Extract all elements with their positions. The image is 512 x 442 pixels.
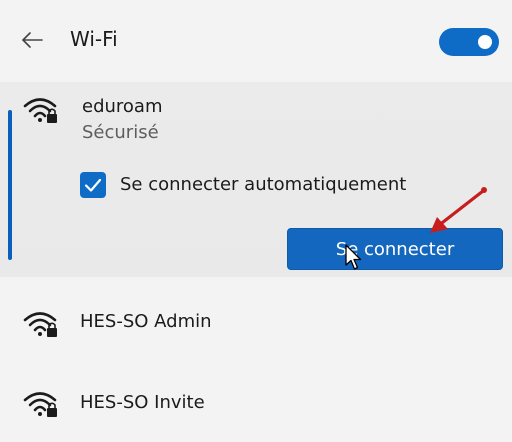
- auto-connect-checkbox[interactable]: [80, 172, 106, 198]
- wifi-toggle[interactable]: [439, 28, 499, 56]
- selection-indicator: [8, 110, 12, 260]
- network-name: HES-SO Invite: [80, 392, 205, 413]
- network-status: Sécurisé: [82, 122, 159, 143]
- wifi-secured-icon: [23, 392, 57, 417]
- network-name: HES-SO Admin: [80, 311, 212, 332]
- network-name: eduroam: [82, 96, 163, 117]
- checkmark-icon: [84, 178, 102, 192]
- annotation-arrow-icon: [430, 187, 487, 233]
- back-arrow-icon[interactable]: [20, 26, 44, 54]
- wifi-secured-icon: [23, 98, 57, 123]
- auto-connect-label: Se connecter automatiquement: [120, 174, 407, 195]
- network-item[interactable]: HES-SO Admin: [0, 282, 512, 362]
- network-item[interactable]: HES-SO Invite: [0, 362, 512, 442]
- mouse-cursor-icon: [345, 244, 362, 270]
- wifi-header: Wi-Fi: [0, 0, 512, 82]
- page-title: Wi-Fi: [70, 27, 118, 51]
- toggle-knob: [478, 35, 492, 49]
- wifi-secured-icon: [23, 312, 57, 337]
